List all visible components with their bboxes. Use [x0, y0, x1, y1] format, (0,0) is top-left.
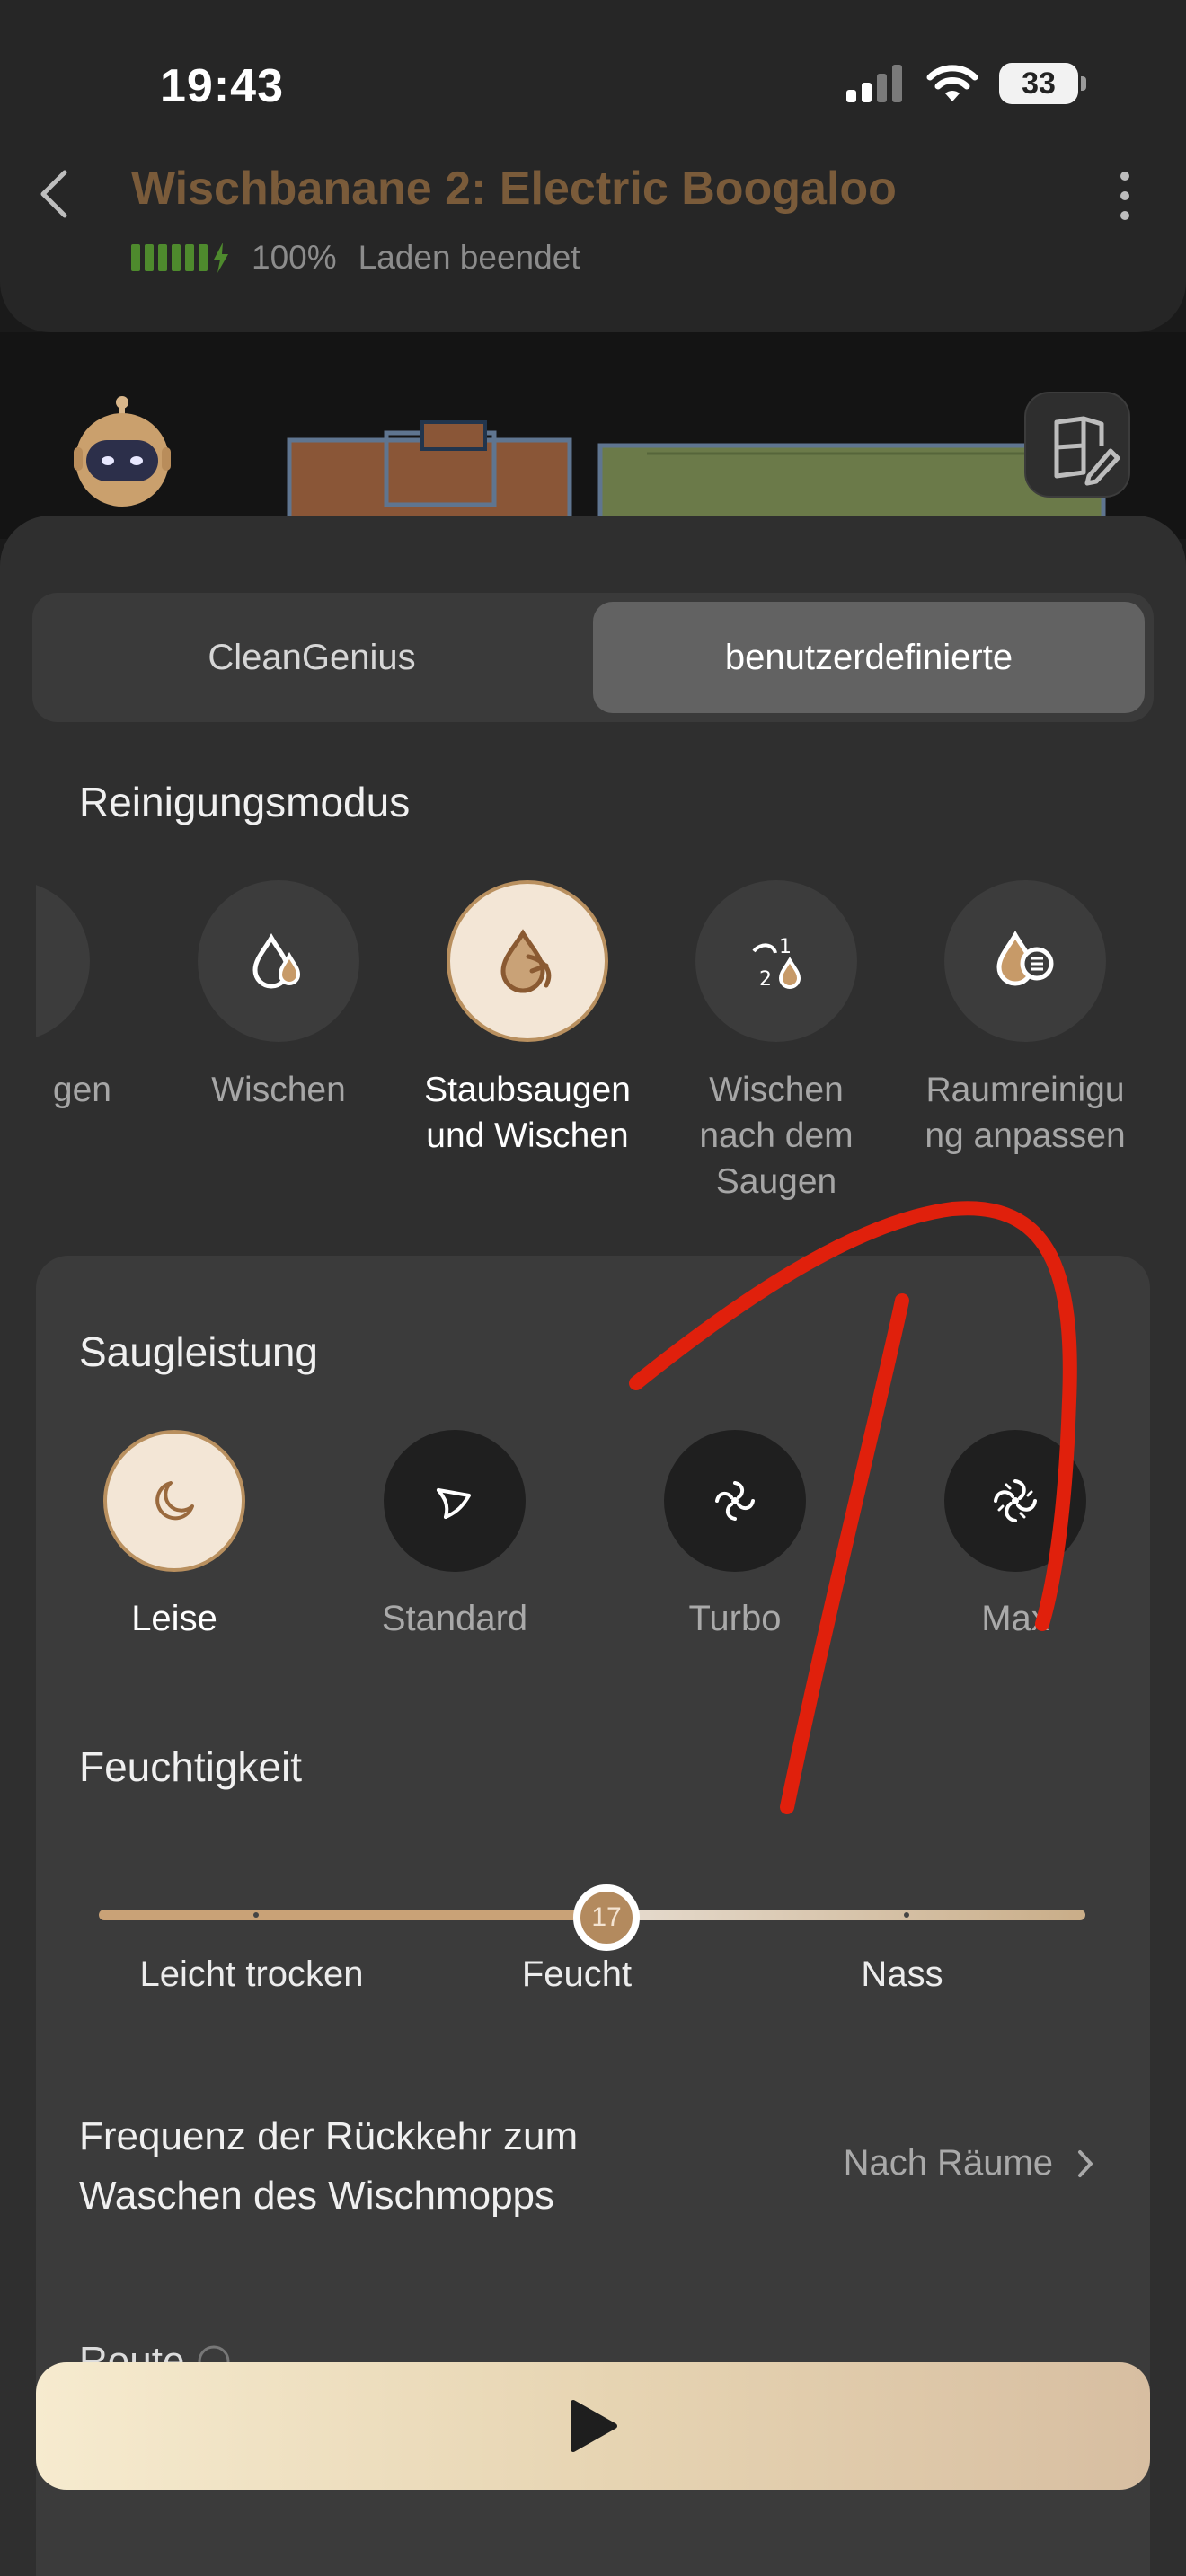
vacuum-icon	[36, 925, 45, 997]
chevron-right-icon	[1078, 2149, 1093, 2177]
moisture-label-dry: Leicht trocken	[139, 1954, 364, 1994]
cellular-signal-icon	[846, 65, 902, 102]
status-icons: 33	[845, 63, 1086, 104]
robot-avatar-icon	[74, 396, 171, 507]
map-edit-button[interactable]	[1024, 392, 1130, 498]
suction-turbo-label: Turbo	[688, 1599, 782, 1638]
segment-cleangenius[interactable]: CleanGenius	[41, 602, 582, 713]
suction-max-circle	[944, 1430, 1086, 1572]
moisture-slider-thumb[interactable]: 17	[573, 1884, 640, 1951]
device-battery-bars-icon	[131, 243, 230, 273]
back-chevron-icon[interactable]	[36, 167, 72, 221]
sequence-vacuum-mop-icon: 1 2	[752, 936, 801, 991]
moisture-tick-dry	[253, 1912, 259, 1918]
mode-item-vacuum[interactable]: gen	[36, 880, 126, 1113]
play-icon	[571, 2400, 617, 2452]
device-battery-row: 100% Laden beendet	[131, 239, 580, 277]
device-title: Wischbanane 2: Electric Boogaloo	[131, 163, 897, 215]
mop-wash-frequency-value[interactable]: Nach Räume	[844, 2143, 1094, 2183]
mode-custom-room-label: Raumreinigu ng anpassen	[925, 1071, 1126, 1155]
battery-level-text: 33	[1022, 66, 1056, 101]
suction-standard-label: Standard	[381, 1599, 528, 1638]
svg-text:2: 2	[759, 968, 772, 991]
cleaning-mode-title: Reinigungsmodus	[79, 779, 411, 825]
suction-turbo-circle	[664, 1430, 806, 1572]
battery-percent: 100%	[252, 239, 337, 276]
status-time: 19:43	[160, 60, 284, 112]
moon-icon	[155, 1481, 194, 1521]
fan-standard-icon	[437, 1488, 471, 1519]
suction-title: Saugleistung	[79, 1328, 318, 1375]
battery-status: Laden beendet	[358, 239, 580, 276]
mode-mop-circle	[198, 880, 359, 1042]
suction-option-max[interactable]: Max	[916, 1430, 1114, 1639]
more-options-icon[interactable]	[1120, 171, 1130, 221]
mode-vacuum-and-mop-circle	[447, 880, 608, 1042]
mop-wash-frequency-value-text: Nach Räume	[843, 2143, 1053, 2183]
vacuum-mop-icon	[500, 929, 552, 993]
suction-option-quiet[interactable]: Leise	[75, 1430, 273, 1639]
cleaning-mode-row: gen Wischen Staubsaugen und Wischen 1 2	[36, 880, 1186, 1222]
moisture-slider-track[interactable]	[606, 1910, 1085, 1920]
mode-item-vacuum-and-mop[interactable]: Staubsaugen und Wischen	[411, 880, 644, 1159]
custom-room-icon	[996, 930, 1054, 986]
fan-max-icon	[994, 1479, 1037, 1522]
mode-vacuum-label: gen	[52, 1071, 111, 1109]
mode-item-custom-room[interactable]: Raumreinigu ng anpassen	[908, 880, 1142, 1159]
suction-option-turbo[interactable]: Turbo	[636, 1430, 834, 1639]
svg-text:1: 1	[779, 936, 792, 958]
water-drops-icon	[252, 932, 301, 989]
fan-turbo-icon	[715, 1481, 755, 1521]
mode-segmented-control: CleanGenius benutzerdefinierte	[32, 593, 1154, 722]
mode-mop-after-vacuum-label: Wischen nach dem Saugen	[699, 1071, 854, 1201]
moisture-label-wet: Nass	[861, 1954, 943, 1994]
mode-custom-room-circle	[944, 880, 1106, 1042]
suction-quiet-label: Leise	[131, 1599, 217, 1638]
segment-custom[interactable]: benutzerdefinierte	[593, 602, 1145, 713]
mode-mop-after-vacuum-circle: 1 2	[695, 880, 857, 1042]
moisture-slider-filled	[99, 1910, 606, 1920]
mop-wash-frequency-label-1: Frequenz der Rückkehr zum	[79, 2114, 579, 2158]
mop-wash-frequency-row[interactable]: Frequenz der Rückkehr zum Waschen des Wi…	[79, 2107, 578, 2226]
suction-quiet-circle	[103, 1430, 245, 1572]
mode-mop-label: Wischen	[211, 1071, 346, 1109]
wifi-icon	[926, 65, 978, 101]
moisture-title: Feuchtigkeit	[79, 1743, 303, 1790]
battery-indicator: 33	[999, 63, 1086, 104]
suction-max-label: Max	[981, 1599, 1049, 1638]
moisture-value: 17	[591, 1902, 622, 1932]
mode-item-mop-after-vacuum[interactable]: 1 2 Wischen nach dem Saugen	[659, 880, 893, 1204]
start-cleaning-button[interactable]	[36, 2362, 1150, 2490]
suction-option-standard[interactable]: Standard	[356, 1430, 553, 1639]
mode-item-mop[interactable]: Wischen	[162, 880, 395, 1113]
moisture-tick-wet	[904, 1912, 909, 1918]
map-edit-icon	[1054, 416, 1120, 486]
mode-vacuum-circle	[36, 880, 90, 1042]
mop-wash-frequency-label-2: Waschen des Wischmopps	[79, 2174, 555, 2218]
mode-vacuum-and-mop-label: Staubsaugen und Wischen	[424, 1071, 631, 1155]
suction-standard-circle	[384, 1430, 526, 1572]
moisture-label-moist: Feucht	[521, 1954, 633, 1994]
